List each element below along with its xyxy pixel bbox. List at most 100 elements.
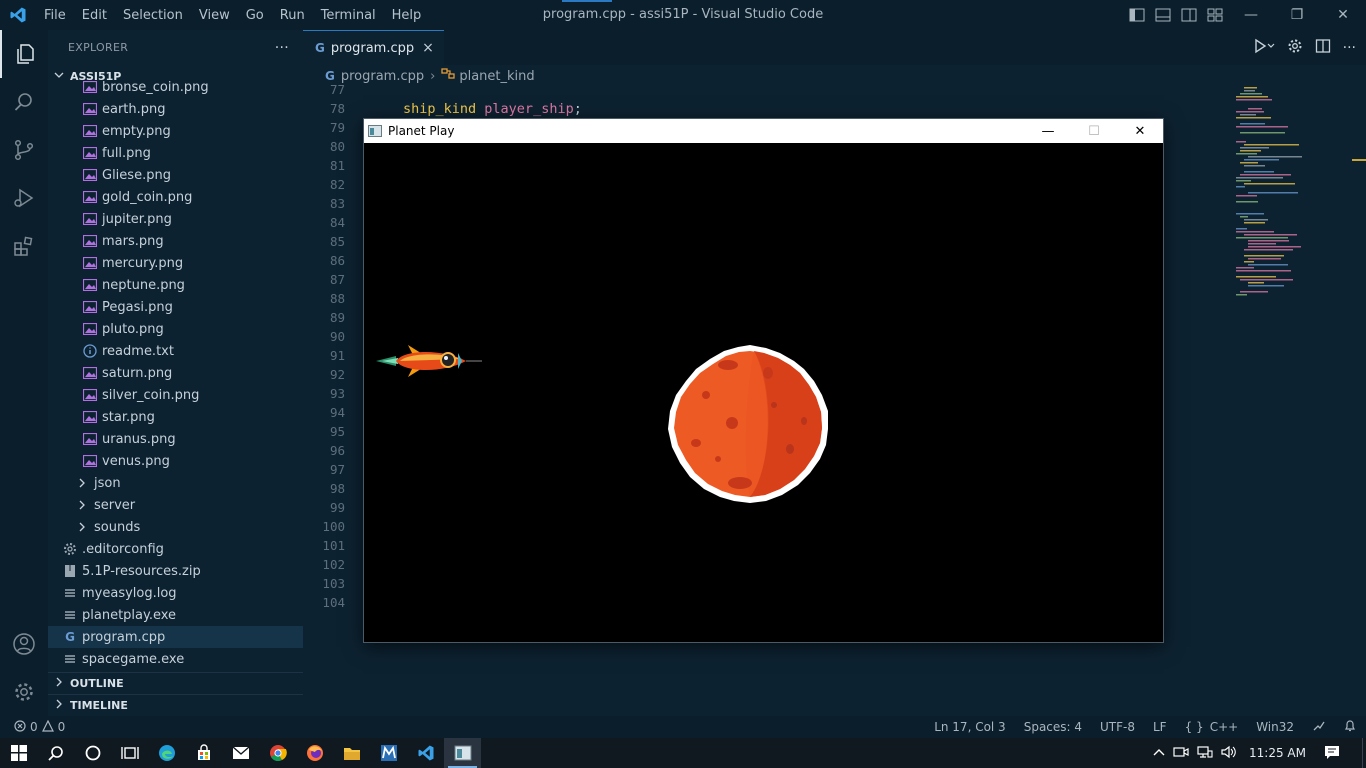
- split-editor-icon[interactable]: [1315, 38, 1331, 58]
- file-item[interactable]: bronse_coin.png: [48, 76, 303, 98]
- show-desktop[interactable]: [1362, 738, 1366, 768]
- platform[interactable]: Win32: [1256, 720, 1294, 734]
- image-file-icon: [82, 299, 98, 315]
- file-item[interactable]: planetplay.exe: [48, 604, 303, 626]
- file-item[interactable]: readme.txt: [48, 340, 303, 362]
- notifications-bell-icon[interactable]: [1344, 719, 1356, 735]
- file-item[interactable]: silver_coin.png: [48, 384, 303, 406]
- minimize-icon[interactable]: —: [1228, 0, 1274, 30]
- search-icon[interactable]: [0, 78, 48, 126]
- file-explorer-icon[interactable]: [333, 738, 370, 768]
- file-item[interactable]: myeasylog.log: [48, 582, 303, 604]
- menu-help[interactable]: Help: [384, 8, 430, 23]
- chrome-icon[interactable]: [259, 738, 296, 768]
- toggle-panel-icon[interactable]: [1150, 0, 1176, 30]
- vscode-taskbar-icon[interactable]: [407, 738, 444, 768]
- extensions-icon[interactable]: [0, 222, 48, 270]
- encoding[interactable]: UTF-8: [1100, 720, 1135, 734]
- file-item[interactable]: neptune.png: [48, 274, 303, 296]
- toggle-secondary-sidebar-icon[interactable]: [1176, 0, 1202, 30]
- menu-go[interactable]: Go: [238, 8, 272, 23]
- file-item[interactable]: jupiter.png: [48, 208, 303, 230]
- braces-icon: { }: [1184, 720, 1204, 734]
- file-item[interactable]: mercury.png: [48, 252, 303, 274]
- file-item[interactable]: 5.1P-resources.zip: [48, 560, 303, 582]
- code-line-78[interactable]: ship_kind player_ship;: [403, 101, 582, 117]
- breadcrumb-file[interactable]: program.cpp: [341, 69, 424, 84]
- menu-file[interactable]: File: [36, 8, 74, 23]
- folder-item[interactable]: json: [48, 472, 303, 494]
- toggle-sidebar-icon[interactable]: [1124, 0, 1150, 30]
- manage-gear-icon[interactable]: [0, 668, 48, 716]
- file-item[interactable]: saturn.png: [48, 362, 303, 384]
- file-item[interactable]: uranus.png: [48, 428, 303, 450]
- timeline-section[interactable]: TIMELINE: [48, 694, 303, 716]
- network-icon[interactable]: [1197, 745, 1213, 762]
- folder-item[interactable]: server: [48, 494, 303, 516]
- file-item[interactable]: venus.png: [48, 450, 303, 472]
- file-item[interactable]: star.png: [48, 406, 303, 428]
- tab-label: program.cpp: [330, 40, 415, 56]
- start-windows-icon[interactable]: [0, 738, 37, 768]
- file-item[interactable]: gold_coin.png: [48, 186, 303, 208]
- explorer-more-button[interactable]: ···: [275, 40, 289, 56]
- language-mode[interactable]: { } C++: [1185, 720, 1239, 734]
- minimap[interactable]: [1236, 87, 1316, 327]
- volume-icon[interactable]: [1221, 745, 1237, 762]
- close-icon[interactable]: ✕: [1320, 0, 1366, 30]
- taskbar-search-icon[interactable]: [37, 738, 74, 768]
- file-item[interactable]: earth.png: [48, 98, 303, 120]
- file-item[interactable]: Gliese.png: [48, 164, 303, 186]
- breadcrumb-symbol[interactable]: planet_kind: [459, 69, 534, 84]
- run-debug-icon[interactable]: [0, 174, 48, 222]
- menu-terminal[interactable]: Terminal: [313, 8, 384, 23]
- menu-selection[interactable]: Selection: [115, 8, 191, 23]
- more-actions-icon[interactable]: ···: [1343, 40, 1356, 56]
- customize-layout-icon[interactable]: [1202, 0, 1228, 30]
- game-window-titlebar[interactable]: Planet Play — ☐ ✕: [364, 119, 1163, 143]
- menu-run[interactable]: Run: [272, 8, 313, 23]
- game-close-icon[interactable]: ✕: [1117, 119, 1163, 143]
- explorer-icon[interactable]: [0, 30, 48, 78]
- cortana-icon[interactable]: [74, 738, 111, 768]
- run-file-icon[interactable]: [1253, 38, 1275, 58]
- end-of-line[interactable]: LF: [1153, 720, 1167, 734]
- source-control-icon[interactable]: [0, 126, 48, 174]
- mingw-app-icon[interactable]: [370, 738, 407, 768]
- game-minimize-icon[interactable]: —: [1025, 119, 1071, 143]
- file-item[interactable]: full.png: [48, 142, 303, 164]
- store-icon[interactable]: [185, 738, 222, 768]
- planet-play-taskbar-icon[interactable]: [444, 738, 481, 768]
- problems-indicator[interactable]: 0 0: [0, 719, 65, 735]
- meet-now-icon[interactable]: [1173, 745, 1189, 762]
- tray-chevron-up-icon[interactable]: [1153, 746, 1165, 760]
- mail-icon[interactable]: [222, 738, 259, 768]
- edge-browser-icon[interactable]: [148, 738, 185, 768]
- file-item[interactable]: pluto.png: [48, 318, 303, 340]
- cursor-position[interactable]: Ln 17, Col 3: [934, 720, 1006, 734]
- file-item[interactable]: empty.png: [48, 120, 303, 142]
- tab-close-icon[interactable]: ×: [422, 40, 434, 56]
- file-item[interactable]: Pegasi.png: [48, 296, 303, 318]
- action-center-icon[interactable]: [1324, 745, 1340, 762]
- menu-view[interactable]: View: [191, 8, 238, 23]
- account-icon[interactable]: [0, 620, 48, 668]
- file-item[interactable]: mars.png: [48, 230, 303, 252]
- feedback-icon[interactable]: [1312, 720, 1326, 735]
- settings-gear-icon[interactable]: [1287, 38, 1303, 58]
- file-item[interactable]: .editorconfig: [48, 538, 303, 560]
- clock-time[interactable]: 11:25 AM: [1249, 746, 1306, 760]
- file-item[interactable]: spacegame.exe: [48, 648, 303, 670]
- folder-item[interactable]: sounds: [48, 516, 303, 538]
- menu-bar: File Edit Selection View Go Run Terminal…: [36, 0, 429, 30]
- tab-program-cpp[interactable]: G program.cpp ×: [303, 30, 444, 65]
- restore-icon[interactable]: ❐: [1274, 0, 1320, 30]
- outline-section[interactable]: OUTLINE: [48, 672, 303, 694]
- indentation[interactable]: Spaces: 4: [1024, 720, 1082, 734]
- firefox-icon[interactable]: [296, 738, 333, 768]
- menu-edit[interactable]: Edit: [74, 8, 115, 23]
- game-maximize-icon[interactable]: ☐: [1071, 119, 1117, 143]
- file-item[interactable]: G program.cpp: [48, 626, 303, 648]
- task-view-icon[interactable]: [111, 738, 148, 768]
- game-canvas[interactable]: [364, 143, 1163, 642]
